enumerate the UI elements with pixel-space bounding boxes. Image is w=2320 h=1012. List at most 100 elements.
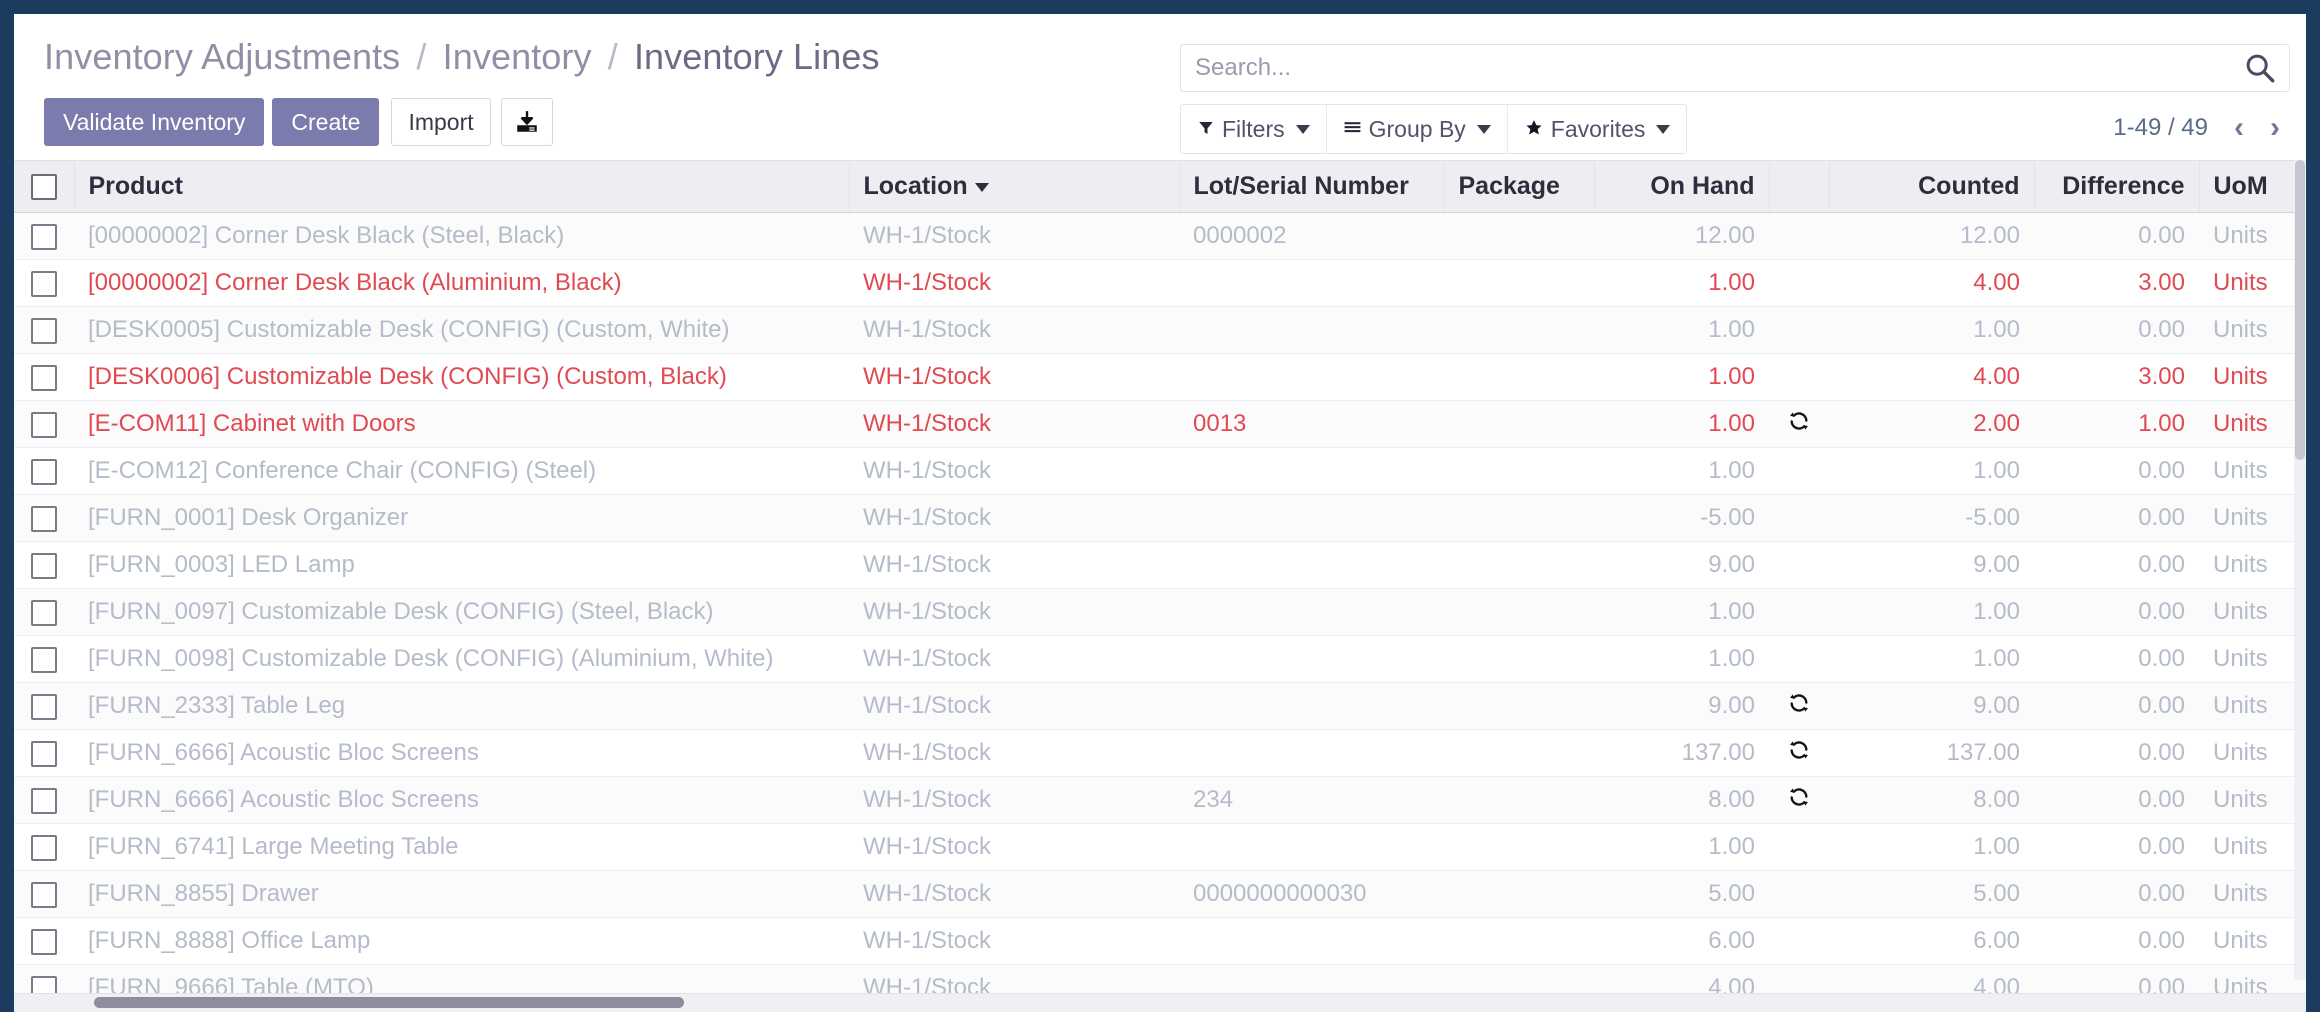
cell-location: WH-1/Stock [849, 306, 1179, 354]
row-checkbox[interactable] [31, 787, 57, 814]
row-select-cell[interactable] [14, 259, 74, 307]
table-row[interactable]: [00000002] Corner Desk Black (Aluminium,… [14, 259, 2306, 307]
row-select-cell[interactable] [14, 494, 74, 542]
row-checkbox[interactable] [31, 505, 57, 532]
row-select-cell[interactable] [14, 823, 74, 871]
table-row[interactable]: [FURN_8855] Drawer WH-1/Stock 000000000003… [14, 870, 2306, 918]
row-checkbox[interactable] [31, 834, 57, 861]
chevron-left-icon[interactable]: ‹ [2234, 113, 2244, 143]
favorites-dropdown-button[interactable]: Favorites [1507, 105, 1687, 153]
row-select-cell[interactable] [14, 212, 74, 260]
vertical-scrollbar[interactable] [2294, 160, 2306, 980]
column-header-package[interactable]: Package [1444, 160, 1595, 213]
row-checkbox[interactable] [31, 740, 57, 767]
row-select-cell[interactable] [14, 682, 74, 730]
row-checkbox[interactable] [31, 552, 57, 579]
search-box[interactable] [1180, 44, 2290, 92]
row-select-cell[interactable] [14, 635, 74, 683]
table-row[interactable]: [E-COM11] Cabinet with Doors WH-1/Stock 00… [14, 400, 2306, 448]
row-checkbox[interactable] [31, 458, 57, 485]
row-checkbox[interactable] [31, 270, 57, 297]
cell-product: [FURN_0001] Desk Organizer [74, 494, 849, 542]
import-button[interactable]: Import [391, 98, 491, 146]
pager: 1-49 / 49 ‹ › [2113, 104, 2280, 152]
row-select-cell[interactable] [14, 776, 74, 824]
row-select-cell[interactable] [14, 353, 74, 401]
table-row[interactable]: [FURN_0098] Customizable Desk (CONFIG) (… [14, 635, 2306, 683]
row-checkbox[interactable] [31, 646, 57, 673]
select-all-header[interactable] [14, 160, 75, 213]
breadcrumb-item-root[interactable]: Inventory Adjustments [44, 36, 400, 77]
vertical-scrollbar-thumb[interactable] [2295, 160, 2305, 460]
cell-counted: 6.00 [1829, 917, 2034, 965]
row-checkbox[interactable] [31, 223, 57, 250]
horizontal-scrollbar-thumb[interactable] [94, 997, 684, 1008]
cell-difference: 1.00 [2034, 400, 2199, 448]
row-checkbox[interactable] [31, 317, 57, 344]
select-all-checkbox[interactable] [30, 174, 57, 201]
table-row[interactable]: [FURN_6666] Acoustic Bloc Screens WH-1/St… [14, 729, 2306, 777]
row-select-cell[interactable] [14, 729, 74, 777]
table-row[interactable]: [FURN_0097] Customizable Desk (CONFIG) (… [14, 588, 2306, 636]
cell-difference: 0.00 [2034, 306, 2199, 354]
row-checkbox[interactable] [31, 928, 57, 955]
table-row[interactable]: [DESK0005] Customizable Desk (CONFIG) (C… [14, 306, 2306, 354]
search-input[interactable] [1181, 45, 2231, 91]
table-row[interactable]: [FURN_2333] Table Leg WH-1/Stock 9.00 9.00 0… [14, 682, 2306, 730]
cell-on-hand: 6.00 [1594, 917, 1769, 965]
column-header-location[interactable]: Location [849, 160, 1180, 213]
column-header-counted[interactable]: Counted [1829, 160, 2035, 213]
create-button[interactable]: Create [272, 98, 380, 146]
cell-on-hand: 8.00 [1594, 776, 1769, 824]
row-select-cell[interactable] [14, 400, 74, 448]
cell-counted: 1.00 [1829, 447, 2034, 495]
row-checkbox[interactable] [31, 881, 57, 908]
cell-sync-empty [1769, 870, 1829, 918]
row-select-cell[interactable] [14, 541, 74, 589]
breadcrumb-item-inventory[interactable]: Inventory [443, 36, 592, 77]
table-row[interactable]: [DESK0006] Customizable Desk (CONFIG) (C… [14, 353, 2306, 401]
column-header-difference[interactable]: Difference [2034, 160, 2200, 213]
download-tray-icon[interactable] [500, 98, 553, 146]
validate-inventory-button[interactable]: Validate Inventory [44, 98, 265, 146]
horizontal-scrollbar[interactable] [14, 993, 2306, 1012]
cell-difference: 0.00 [2034, 682, 2199, 730]
cell-sync-empty [1769, 917, 1829, 965]
row-select-cell[interactable] [14, 306, 74, 354]
table-row[interactable]: [FURN_0001] Desk Organizer WH-1/Stock -5.0… [14, 494, 2306, 542]
table-row[interactable]: [FURN_6666] Acoustic Bloc Screens WH-1/St… [14, 776, 2306, 824]
row-select-cell[interactable] [14, 447, 74, 495]
search-icon[interactable] [2231, 45, 2289, 91]
row-select-cell[interactable] [14, 917, 74, 965]
row-select-cell[interactable] [14, 870, 74, 918]
cell-sync-empty [1769, 212, 1829, 260]
column-header-lot-serial-number[interactable]: Lot/Serial Number [1179, 160, 1445, 213]
column-header-on-hand[interactable]: On Hand [1594, 160, 1770, 213]
inventory-lines-table-container[interactable]: Product Location Lot/Serial Number Packa… [14, 160, 2306, 1012]
table-row[interactable]: [FURN_6741] Large Meeting Table WH-1/Stoc… [14, 823, 2306, 871]
cell-lot-serial [1179, 447, 1444, 495]
table-row[interactable]: [E-COM12] Conference Chair (CONFIG) (Ste… [14, 447, 2306, 495]
table-row[interactable]: [00000002] Corner Desk Black (Steel, Bla… [14, 212, 2306, 260]
star-icon [1524, 116, 1544, 143]
table-row[interactable]: [FURN_0003] LED Lamp WH-1/Stock 9.00 9.00 0.… [14, 541, 2306, 589]
row-select-cell[interactable] [14, 588, 74, 636]
row-checkbox[interactable] [31, 599, 57, 626]
cell-on-hand: 1.00 [1594, 306, 1769, 354]
row-checkbox[interactable] [31, 364, 57, 391]
cell-sync-empty [1769, 588, 1829, 636]
cell-location: WH-1/Stock [849, 447, 1179, 495]
filters-dropdown-button[interactable]: Filters [1181, 105, 1327, 153]
filters-label: Filters [1222, 115, 1285, 142]
row-checkbox[interactable] [31, 411, 57, 438]
cell-counted: 1.00 [1829, 306, 2034, 354]
groupby-dropdown-button[interactable]: Group By [1326, 105, 1508, 153]
table-row[interactable]: [FURN_8888] Office Lamp WH-1/Stock 6.00 6.0… [14, 917, 2306, 965]
row-checkbox[interactable] [31, 693, 57, 720]
column-header-product[interactable]: Product [74, 160, 850, 213]
chevron-right-icon[interactable]: › [2270, 113, 2280, 143]
column-header-uom[interactable]: UoM [2199, 160, 2300, 213]
groupby-label: Group By [1368, 115, 1466, 142]
cell-difference: 0.00 [2034, 870, 2199, 918]
cell-location: WH-1/Stock [849, 682, 1179, 730]
